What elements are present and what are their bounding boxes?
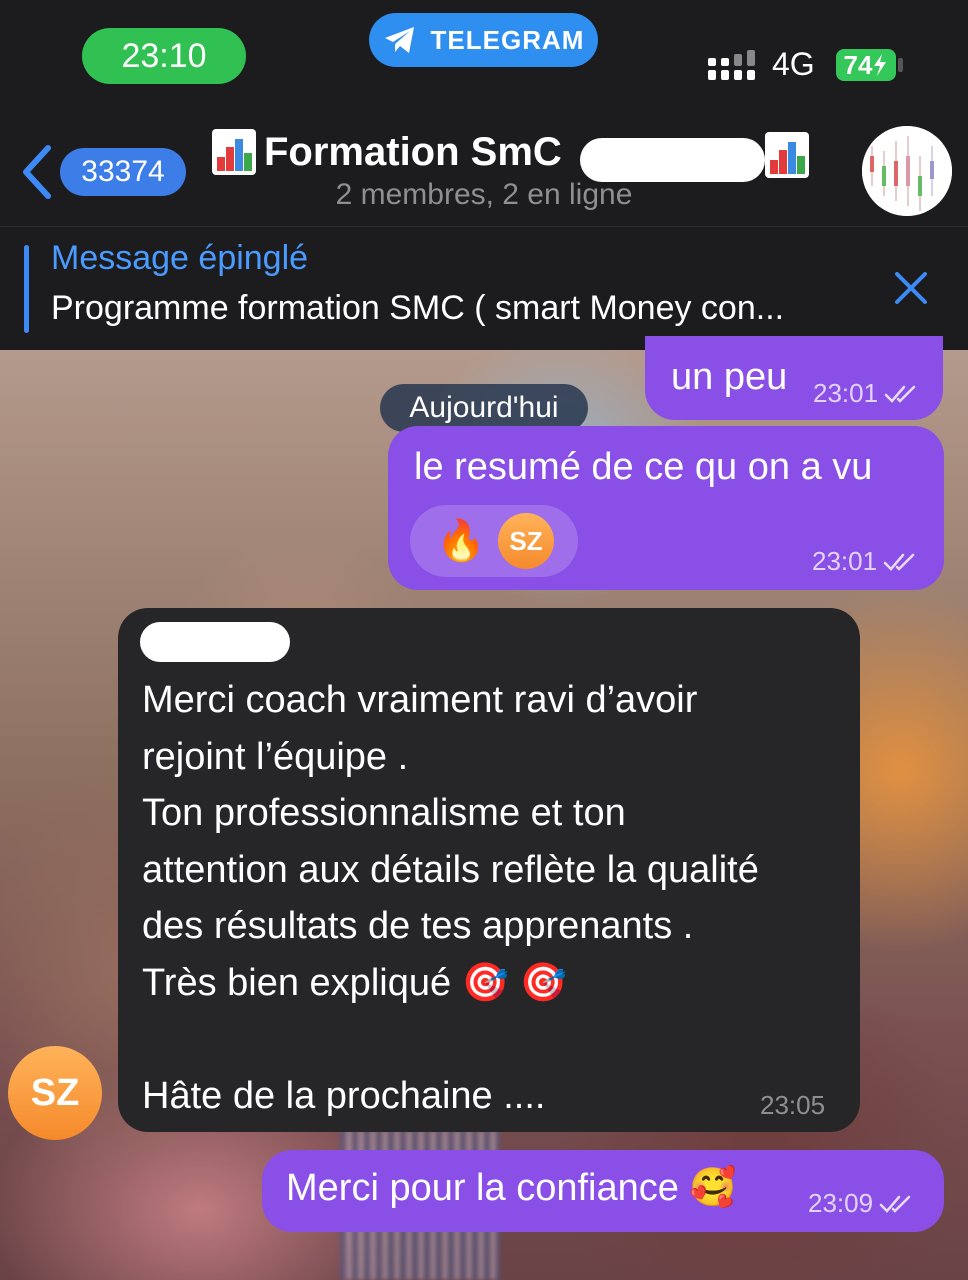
candlestick-chart-icon bbox=[862, 126, 952, 216]
message-time: 23:01 bbox=[813, 378, 879, 408]
reaction-avatar: SZ bbox=[498, 513, 554, 569]
message-meta: 23:05 bbox=[760, 1090, 825, 1121]
pinned-indicator bbox=[24, 245, 29, 333]
outgoing-message[interactable]: Merci pour la confiance 🥰 23:09 bbox=[262, 1150, 944, 1232]
pinned-text: Programme formation SMC ( smart Money co… bbox=[51, 289, 785, 327]
message-line bbox=[142, 1011, 842, 1068]
reaction-chip[interactable]: 🔥 SZ bbox=[410, 505, 578, 577]
outgoing-message[interactable]: un peu 23:01 bbox=[645, 336, 943, 420]
chart-emoji bbox=[765, 132, 809, 178]
message-time: 23:09 bbox=[808, 1188, 874, 1218]
telegram-plane-icon bbox=[384, 27, 414, 53]
pinned-label: Message épinglé bbox=[51, 239, 309, 277]
network-type: 4G bbox=[772, 46, 815, 82]
message-text: le resumé de ce qu on a vu bbox=[414, 446, 873, 488]
redaction-mark bbox=[580, 138, 765, 182]
battery-nub bbox=[898, 58, 903, 72]
double-check-icon bbox=[884, 385, 916, 403]
date-separator: Aujourd'hui bbox=[380, 384, 588, 432]
signal-icon bbox=[708, 50, 755, 80]
status-time[interactable]: 23:10 bbox=[82, 28, 246, 84]
message-meta: 23:01 bbox=[812, 546, 917, 577]
app-pill-label: TELEGRAM bbox=[430, 24, 585, 55]
chat-header: 33374 Formation SmC 2 membres, 2 en lign… bbox=[0, 100, 968, 227]
message-line: attention aux détails reflète la qualité bbox=[142, 848, 759, 891]
chart-emoji bbox=[212, 129, 256, 175]
message-line: Ton professionnalisme et ton bbox=[142, 792, 626, 834]
sender-name-redacted bbox=[140, 622, 290, 662]
message-line: rejoint l’équipe . bbox=[142, 735, 409, 778]
chat-subtitle: 2 membres, 2 en ligne bbox=[335, 178, 633, 211]
pinned-message-bar[interactable]: Message épinglé Programme formation SMC … bbox=[0, 227, 968, 350]
sender-avatar[interactable]: SZ bbox=[8, 1046, 102, 1140]
battery-level: 74 bbox=[843, 49, 873, 80]
status-bar: 23:10 TELEGRAM 4G 74 bbox=[0, 0, 968, 100]
message-line: Merci coach vraiment ravi d’avoir bbox=[142, 679, 698, 721]
return-to-app-pill[interactable]: TELEGRAM bbox=[369, 13, 598, 67]
close-icon[interactable] bbox=[892, 269, 930, 307]
reaction-emoji: 🔥 bbox=[436, 519, 486, 563]
message-line: Hâte de la prochaine .... bbox=[142, 1074, 546, 1117]
message-meta: 23:01 bbox=[813, 378, 918, 409]
message-text-block: Merci coach vraiment ravi d’avoir rejoin… bbox=[142, 672, 842, 1124]
double-check-icon bbox=[883, 553, 915, 571]
message-text: un peu bbox=[671, 356, 788, 398]
message-meta: 23:09 bbox=[808, 1188, 913, 1219]
battery-icon: 74 bbox=[836, 49, 896, 81]
double-check-icon bbox=[879, 1195, 911, 1213]
message-time: 23:01 bbox=[812, 546, 878, 576]
group-avatar[interactable] bbox=[862, 126, 952, 216]
message-line: des résultats de tes apprenants . bbox=[142, 905, 694, 947]
message-text: Merci pour la confiance 🥰 bbox=[286, 1167, 737, 1209]
charging-icon bbox=[874, 54, 887, 76]
message-line: Très bien expliqué 🎯 🎯 bbox=[142, 961, 567, 1004]
message-time: 23:05 bbox=[760, 1090, 826, 1120]
chat-title: Formation SmC bbox=[264, 129, 562, 174]
